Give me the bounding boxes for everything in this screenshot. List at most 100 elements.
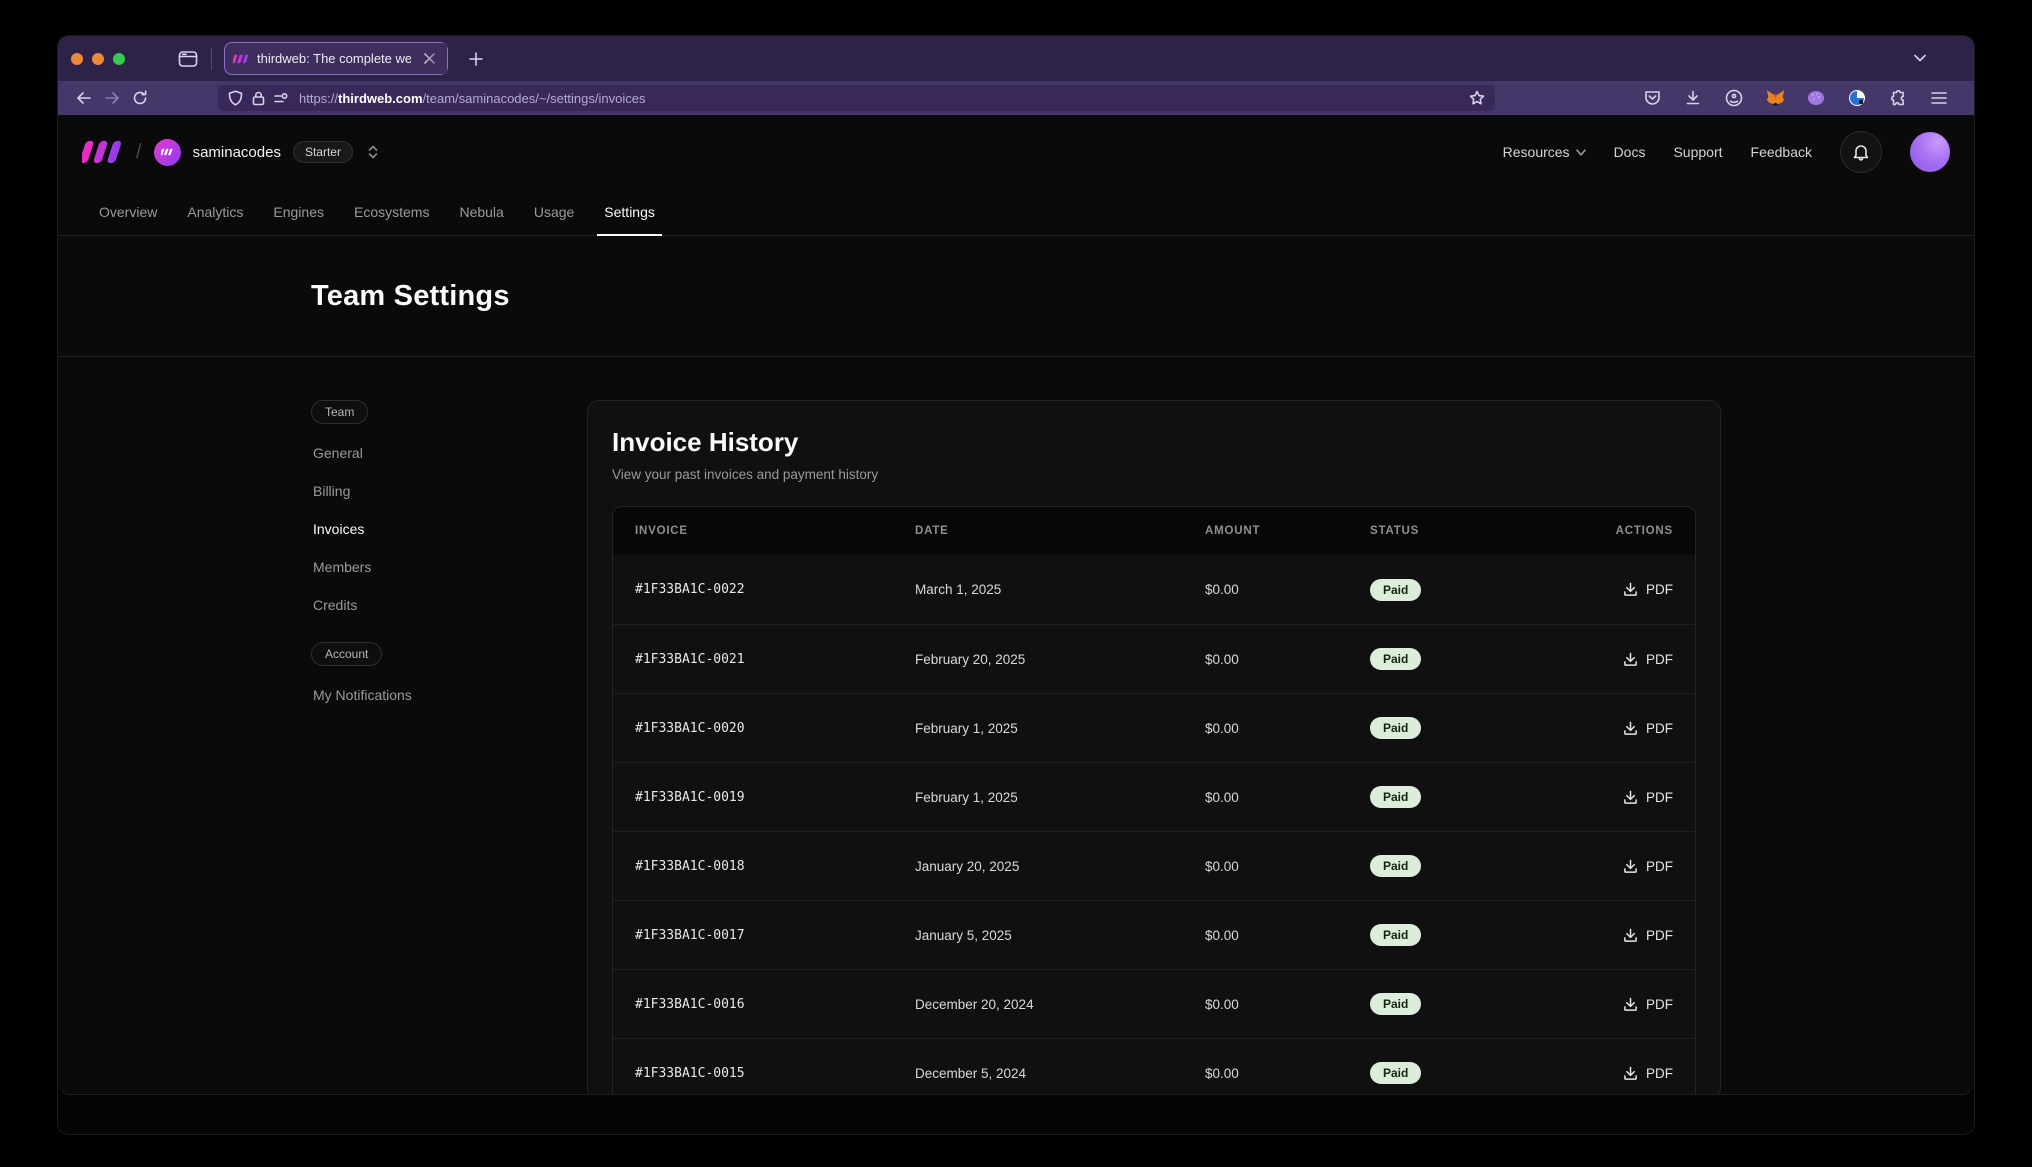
tab-nebula[interactable]: Nebula [444,189,518,235]
url-domain: thirdweb.com [338,91,423,106]
desktop-background: thirdweb: The complete web3 dev [0,0,2032,1167]
status-badge: Paid [1370,924,1421,946]
tab-ecosystems[interactable]: Ecosystems [339,189,444,235]
table-row: #1F33BA1C-0016 December 20, 2024 $0.00 P… [613,969,1695,1038]
invoice-amount: $0.00 [1183,928,1348,943]
purple-extension-icon[interactable] [1803,85,1829,111]
window-controls [71,53,125,65]
url-protocol: https:// [299,91,338,106]
firefox-view-icon[interactable] [173,44,203,74]
sidebar-item-my-notifications[interactable]: My Notifications [311,676,587,714]
site-header: / saminacodes Starter [58,115,1974,189]
invoice-actions-cell: PDF [1623,997,1695,1012]
browser-tab-active[interactable]: thirdweb: The complete web3 dev [224,42,448,75]
column-status: STATUS [1348,525,1565,537]
invoice-actions-cell: PDF [1623,928,1695,943]
close-window-button[interactable] [71,53,83,65]
invoice-table: INVOICE DATE AMOUNT STATUS ACTIONS #1F33… [612,506,1696,1095]
sidebar-item-invoices[interactable]: Invoices [311,510,587,548]
metamask-extension-icon[interactable] [1762,85,1788,111]
invoice-amount: $0.00 [1183,790,1348,805]
resources-label: Resources [1503,144,1570,160]
pocket-icon[interactable] [1639,85,1665,111]
resources-menu[interactable]: Resources [1503,144,1586,160]
invoice-amount: $0.00 [1183,582,1348,597]
invoice-date: December 5, 2024 [893,1066,1183,1081]
download-pdf-button[interactable]: PDF [1623,582,1673,597]
invoice-status-cell: Paid [1348,717,1565,739]
team-nav-tabs: Overview Analytics Engines Ecosystems Ne… [58,189,1974,236]
thirdweb-page: / saminacodes Starter [58,115,1974,1135]
card-title: Invoice History [612,427,1696,458]
chevron-down-icon [1576,149,1586,156]
url-bar[interactable]: https://thirdweb.com/team/saminacodes/~/… [218,85,1495,111]
docs-link[interactable]: Docs [1614,144,1646,160]
tab-analytics[interactable]: Analytics [172,189,258,235]
new-tab-icon[interactable] [462,45,490,73]
thirdweb-logo[interactable] [82,140,124,164]
tab-settings[interactable]: Settings [589,189,670,235]
invoice-status-cell: Paid [1348,786,1565,808]
column-invoice: INVOICE [613,525,893,537]
connection-secure-lock-icon[interactable] [252,91,265,106]
download-pdf-button[interactable]: PDF [1623,721,1673,736]
download-pdf-button[interactable]: PDF [1623,652,1673,667]
tab-usage[interactable]: Usage [519,189,589,235]
browser-tab-strip: thirdweb: The complete web3 dev [58,36,1974,81]
sidebar-item-credits[interactable]: Credits [311,586,587,624]
invoice-amount: $0.00 [1183,721,1348,736]
download-pdf-button[interactable]: PDF [1623,859,1673,874]
table-row: #1F33BA1C-0021 February 20, 2025 $0.00 P… [613,624,1695,693]
zoom-window-button[interactable] [113,53,125,65]
blue-extension-icon[interactable] [1844,85,1870,111]
user-avatar[interactable] [1910,132,1950,172]
minimize-window-button[interactable] [92,53,104,65]
reload-icon[interactable] [126,85,154,111]
back-icon[interactable] [70,85,98,111]
support-link[interactable]: Support [1673,144,1722,160]
feedback-link[interactable]: Feedback [1751,144,1812,160]
notifications-bell-icon[interactable] [1840,131,1882,173]
url-text: https://thirdweb.com/team/saminacodes/~/… [299,91,1460,106]
downloads-icon[interactable] [1680,85,1706,111]
pdf-label: PDF [1646,928,1673,943]
menu-hamburger-icon[interactable] [1926,85,1952,111]
invoice-history-card: Invoice History View your past invoices … [587,400,1721,1095]
support-label: Support [1673,144,1722,160]
download-pdf-button[interactable]: PDF [1623,790,1673,805]
download-icon [1623,997,1638,1012]
list-tabs-chevron-icon[interactable] [1906,44,1934,72]
account-icon[interactable] [1721,85,1747,111]
invoice-status-cell: Paid [1348,924,1565,946]
sidebar-item-general[interactable]: General [311,434,587,472]
tab-engines[interactable]: Engines [258,189,339,235]
team-switcher-chevrons-icon[interactable] [365,142,381,162]
download-pdf-button[interactable]: PDF [1623,1066,1673,1081]
column-actions: ACTIONS [1616,525,1695,537]
browser-window: thirdweb: The complete web3 dev [57,35,1975,1135]
invoice-id: #1F33BA1C-0015 [613,1066,893,1081]
download-pdf-button[interactable]: PDF [1623,928,1673,943]
sidebar-item-billing[interactable]: Billing [311,472,587,510]
pdf-label: PDF [1646,652,1673,667]
invoice-status-cell: Paid [1348,648,1565,670]
sidebar-section-team: Team [311,400,368,424]
invoice-actions-cell: PDF [1623,652,1695,667]
invoice-status-cell: Paid [1348,993,1565,1015]
invoice-actions-cell: PDF [1623,582,1695,597]
tracking-protection-shield-icon[interactable] [228,90,243,106]
tab-overview[interactable]: Overview [84,189,172,235]
forward-icon[interactable] [98,85,126,111]
pdf-label: PDF [1646,997,1673,1012]
permissions-icon[interactable] [274,92,290,104]
sidebar-item-members[interactable]: Members [311,548,587,586]
bookmark-star-icon[interactable] [1469,90,1485,106]
invoice-amount: $0.00 [1183,859,1348,874]
table-row: #1F33BA1C-0019 February 1, 2025 $0.00 Pa… [613,762,1695,831]
download-pdf-button[interactable]: PDF [1623,997,1673,1012]
download-icon [1623,1066,1638,1081]
table-header-row: INVOICE DATE AMOUNT STATUS ACTIONS [613,507,1695,555]
pdf-label: PDF [1646,790,1673,805]
pdf-label: PDF [1646,721,1673,736]
extensions-puzzle-icon[interactable] [1885,85,1911,111]
